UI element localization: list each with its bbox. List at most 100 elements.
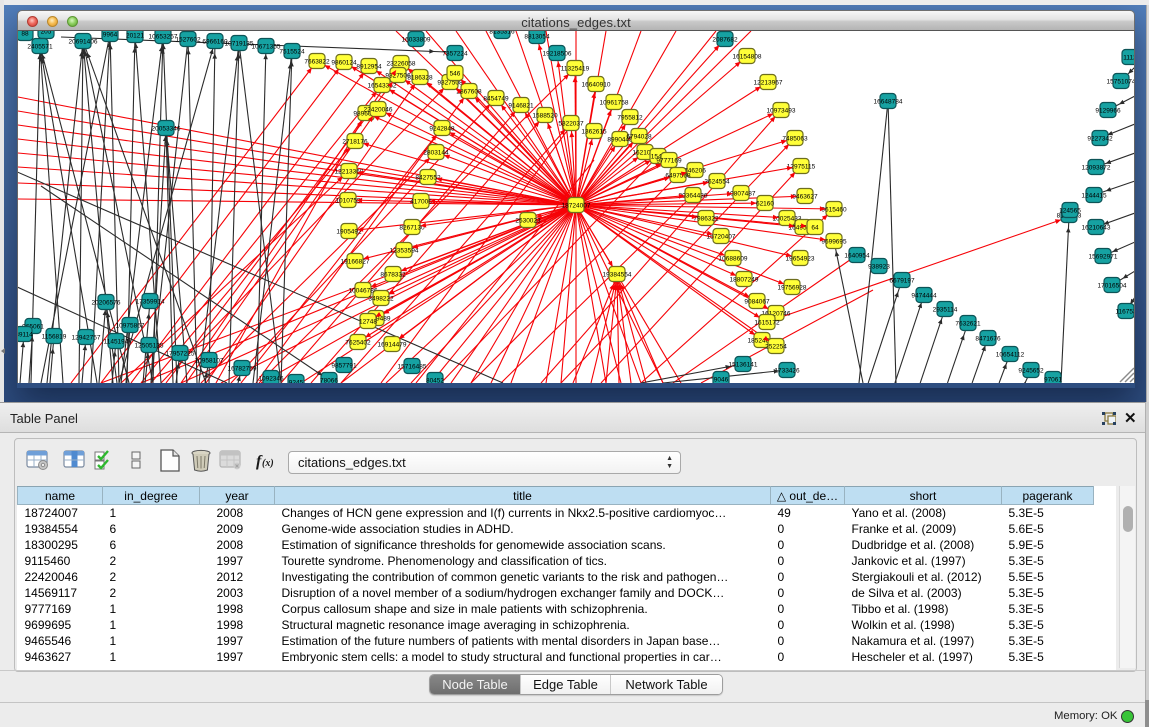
- svg-text:7625402: 7625402: [345, 340, 371, 347]
- svg-text:9615460: 9615460: [821, 207, 847, 214]
- svg-text:1156819: 1156819: [42, 334, 67, 341]
- svg-text:116753: 116753: [1115, 309, 1135, 316]
- svg-text:8678332: 8678332: [380, 272, 406, 279]
- svg-text:16914479: 16914479: [378, 342, 407, 349]
- svg-text:16033809: 16033809: [402, 37, 431, 44]
- svg-text:8135316: 8135316: [489, 31, 515, 36]
- svg-text:12093872: 12093872: [1082, 165, 1111, 172]
- svg-text:7357224: 7357224: [442, 51, 468, 58]
- svg-text:8427552: 8427552: [415, 175, 441, 182]
- svg-text:19218506: 19218506: [543, 51, 572, 58]
- svg-text:19654923: 19654923: [786, 256, 815, 263]
- svg-text:10975867: 10975867: [116, 323, 145, 330]
- svg-text:1112: 1112: [1123, 55, 1135, 62]
- svg-text:9046: 9046: [714, 377, 729, 384]
- svg-text:12505135: 12505135: [135, 343, 164, 350]
- svg-text:9146821: 9146821: [508, 103, 534, 110]
- svg-text:97061: 97061: [1044, 377, 1062, 384]
- svg-text:17359914: 17359914: [136, 299, 165, 306]
- svg-text:6497568: 6497568: [665, 173, 691, 180]
- svg-text:9245: 9245: [289, 380, 304, 384]
- svg-text:9227342: 9227342: [1087, 136, 1113, 143]
- svg-text:2087682: 2087682: [712, 37, 738, 44]
- svg-text:64: 64: [811, 225, 819, 232]
- svg-text:15716485: 15716485: [398, 364, 427, 371]
- svg-text:23226058: 23226058: [387, 61, 416, 68]
- svg-text:3498222: 3498222: [368, 296, 394, 303]
- svg-text:80452: 80452: [426, 378, 444, 384]
- svg-text:16154808: 16154808: [733, 54, 762, 61]
- svg-text:19756928: 19756928: [778, 285, 807, 292]
- svg-text:2718176: 2718176: [342, 139, 368, 146]
- svg-text:15692971: 15692971: [1089, 254, 1118, 261]
- svg-text:1145194: 1145194: [104, 339, 129, 346]
- svg-text:18807249: 18807249: [730, 277, 759, 284]
- svg-text:7632621: 7632621: [955, 321, 981, 328]
- svg-text:1527602: 1527602: [175, 37, 201, 44]
- svg-text:19166827: 19166827: [341, 259, 370, 266]
- svg-text:8471676: 8471676: [975, 336, 1001, 343]
- svg-text:20121: 20121: [126, 33, 144, 40]
- svg-text:938923: 938923: [868, 264, 890, 271]
- svg-text:124565: 124565: [1059, 208, 1081, 215]
- svg-text:7986322: 7986322: [693, 216, 719, 223]
- svg-text:20053346: 20053346: [152, 126, 181, 133]
- svg-text:205: 205: [41, 31, 52, 36]
- svg-text:9129966: 9129966: [1095, 108, 1121, 115]
- svg-text:8186328: 8186328: [407, 75, 433, 82]
- svg-text:9860124: 9860124: [331, 60, 357, 67]
- svg-text:546: 546: [450, 71, 461, 78]
- svg-text:9084067: 9084067: [744, 299, 770, 306]
- svg-text:39114: 39114: [18, 332, 33, 339]
- svg-text:1010755: 1010755: [335, 198, 361, 205]
- svg-text:9474444: 9474444: [911, 293, 937, 300]
- svg-text:2530023: 2530023: [515, 218, 541, 225]
- svg-text:7485063: 7485063: [782, 136, 808, 143]
- svg-text:16782759: 16782759: [228, 366, 257, 373]
- svg-text:15751074: 15751074: [1107, 79, 1135, 86]
- svg-text:9245652: 9245652: [1018, 368, 1044, 375]
- svg-text:2405571: 2405571: [27, 44, 53, 51]
- svg-text:6794028: 6794028: [626, 134, 652, 141]
- svg-text:12975115: 12975115: [787, 164, 816, 171]
- svg-text:20206576: 20206576: [92, 300, 121, 307]
- svg-text:12353594: 12353594: [390, 248, 419, 255]
- svg-text:12213967: 12213967: [754, 80, 783, 87]
- svg-text:9964: 9964: [103, 32, 118, 39]
- svg-text:18724007: 18724007: [562, 203, 591, 210]
- svg-text:16640910: 16640910: [582, 82, 611, 89]
- svg-text:62160: 62160: [756, 201, 774, 208]
- svg-text:10653257: 10653257: [149, 34, 178, 41]
- svg-text:8454749: 8454749: [483, 96, 509, 103]
- svg-text:10671355: 10671355: [252, 44, 281, 51]
- svg-text:8912954: 8912954: [356, 64, 382, 71]
- svg-text:10973493: 10973493: [767, 108, 796, 115]
- svg-text:1362615: 1362615: [581, 129, 607, 136]
- svg-text:5322037: 5322037: [558, 121, 584, 128]
- svg-text:15136141: 15136141: [729, 362, 758, 369]
- svg-text:10958107: 10958107: [195, 358, 224, 365]
- svg-text:1640954: 1640954: [844, 253, 870, 260]
- svg-text:11325419: 11325419: [561, 66, 590, 73]
- svg-text:7515524: 7515524: [279, 49, 305, 56]
- svg-text:1092346: 1092346: [258, 376, 284, 383]
- svg-text:17016504: 17016504: [1098, 283, 1127, 290]
- svg-text:10654112: 10654112: [996, 352, 1025, 359]
- svg-text:417006: 417006: [410, 199, 432, 206]
- svg-text:9777169: 9777169: [656, 158, 682, 165]
- svg-text:9463627: 9463627: [792, 194, 818, 201]
- svg-text:22420046: 22420046: [364, 107, 393, 114]
- svg-text:1588520: 1588520: [532, 113, 558, 120]
- svg-text:7955812: 7955812: [617, 115, 643, 122]
- svg-text:2935114: 2935114: [933, 307, 958, 314]
- svg-text:12748: 12748: [359, 319, 377, 326]
- svg-text:6679197: 6679197: [889, 278, 915, 285]
- svg-text:7663822: 7663822: [304, 59, 330, 66]
- svg-text:16210643: 16210643: [1082, 225, 1111, 232]
- svg-text:88: 88: [21, 31, 29, 38]
- svg-text:9857791: 9857791: [331, 363, 357, 370]
- svg-text:8813054: 8813054: [524, 34, 550, 41]
- svg-text:20691406: 20691406: [69, 39, 98, 46]
- svg-text:17957225: 17957225: [166, 351, 195, 358]
- svg-text:12942757: 12942757: [72, 335, 101, 342]
